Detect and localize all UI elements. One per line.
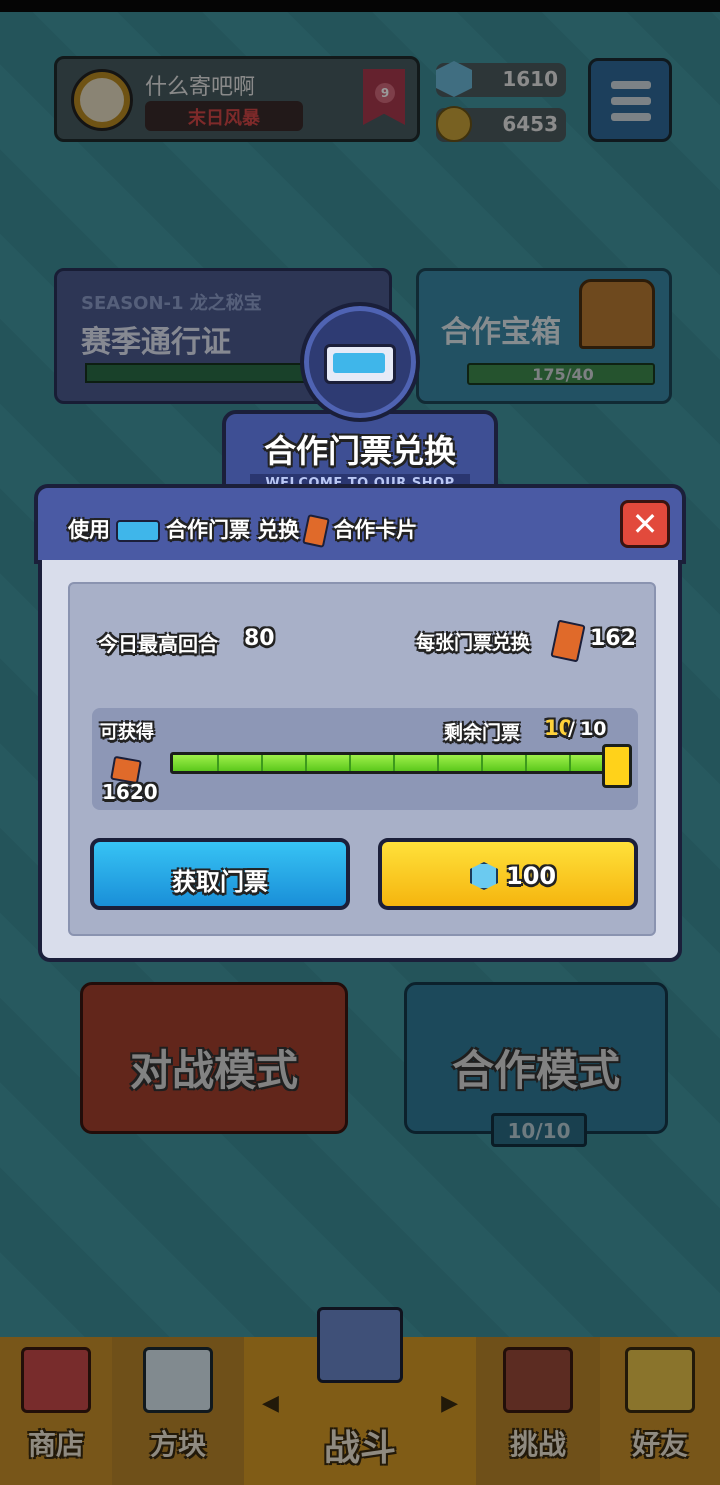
- dialog-header: 使用 合作门票 兑换 合作卡片: [34, 484, 686, 564]
- best-round-value: 80: [244, 626, 275, 651]
- card-icon: [302, 514, 331, 548]
- desc-ticket: 合作门票: [166, 518, 250, 542]
- dialog-description: 使用 合作门票 兑换 合作卡片: [68, 514, 418, 548]
- remaining-tickets-total: 10: [580, 718, 607, 740]
- ticket-slider-track[interactable]: [170, 752, 616, 774]
- close-button[interactable]: ✕: [620, 500, 670, 548]
- slider-segment-divider: [261, 755, 263, 771]
- slider-segment-divider: [305, 755, 307, 771]
- gem-icon: [470, 862, 498, 890]
- status-bar: [0, 0, 720, 12]
- slider-segment-divider: [217, 755, 219, 771]
- dialog-panel: 今日最高回合 80 每张门票兑换 162 可获得 1620 剩余门票 10 / …: [68, 582, 656, 936]
- slider-segment-divider: [393, 755, 395, 771]
- dialog-body: 今日最高回合 80 每张门票兑换 162 可获得 1620 剩余门票 10 / …: [38, 560, 682, 962]
- desc-use: 使用: [68, 518, 110, 542]
- slider-segment-divider: [569, 755, 571, 771]
- slider-segment-divider: [525, 755, 527, 771]
- obtainable-label: 可获得: [100, 722, 154, 743]
- exchange-buy-button[interactable]: 100: [378, 838, 638, 910]
- card-icon: [550, 619, 586, 663]
- exchange-rate-label: 每张门票兑换: [416, 632, 531, 654]
- exchange-rate-value: 162: [590, 626, 636, 651]
- remaining-tickets-label: 剩余门票: [444, 722, 521, 744]
- obtainable-value: 1620: [102, 780, 158, 804]
- remaining-tickets-separator: /: [568, 718, 575, 740]
- slider-segment-divider: [349, 755, 351, 771]
- ticket-icon-inner: [333, 353, 385, 373]
- best-round-label: 今日最高回合: [98, 632, 218, 656]
- ticket-emblem: [300, 302, 420, 422]
- slider-segment-divider: [437, 755, 439, 771]
- buy-price: 100: [506, 862, 557, 890]
- slider-segment-divider: [481, 755, 483, 771]
- ticket-slider-handle[interactable]: [602, 744, 632, 788]
- ticket-icon: [324, 344, 396, 384]
- close-icon: ✕: [631, 505, 659, 543]
- get-ticket-button[interactable]: 获取门票: [90, 838, 350, 910]
- ticket-progress-panel: 可获得 1620 剩余门票 10 / 10: [92, 708, 638, 810]
- dialog-title: 合作门票兑换: [263, 432, 456, 470]
- desc-exchange: 兑换: [257, 518, 300, 542]
- desc-card: 合作卡片: [333, 518, 418, 542]
- ticket-icon: [116, 520, 160, 542]
- get-ticket-label: 获取门票: [172, 868, 268, 896]
